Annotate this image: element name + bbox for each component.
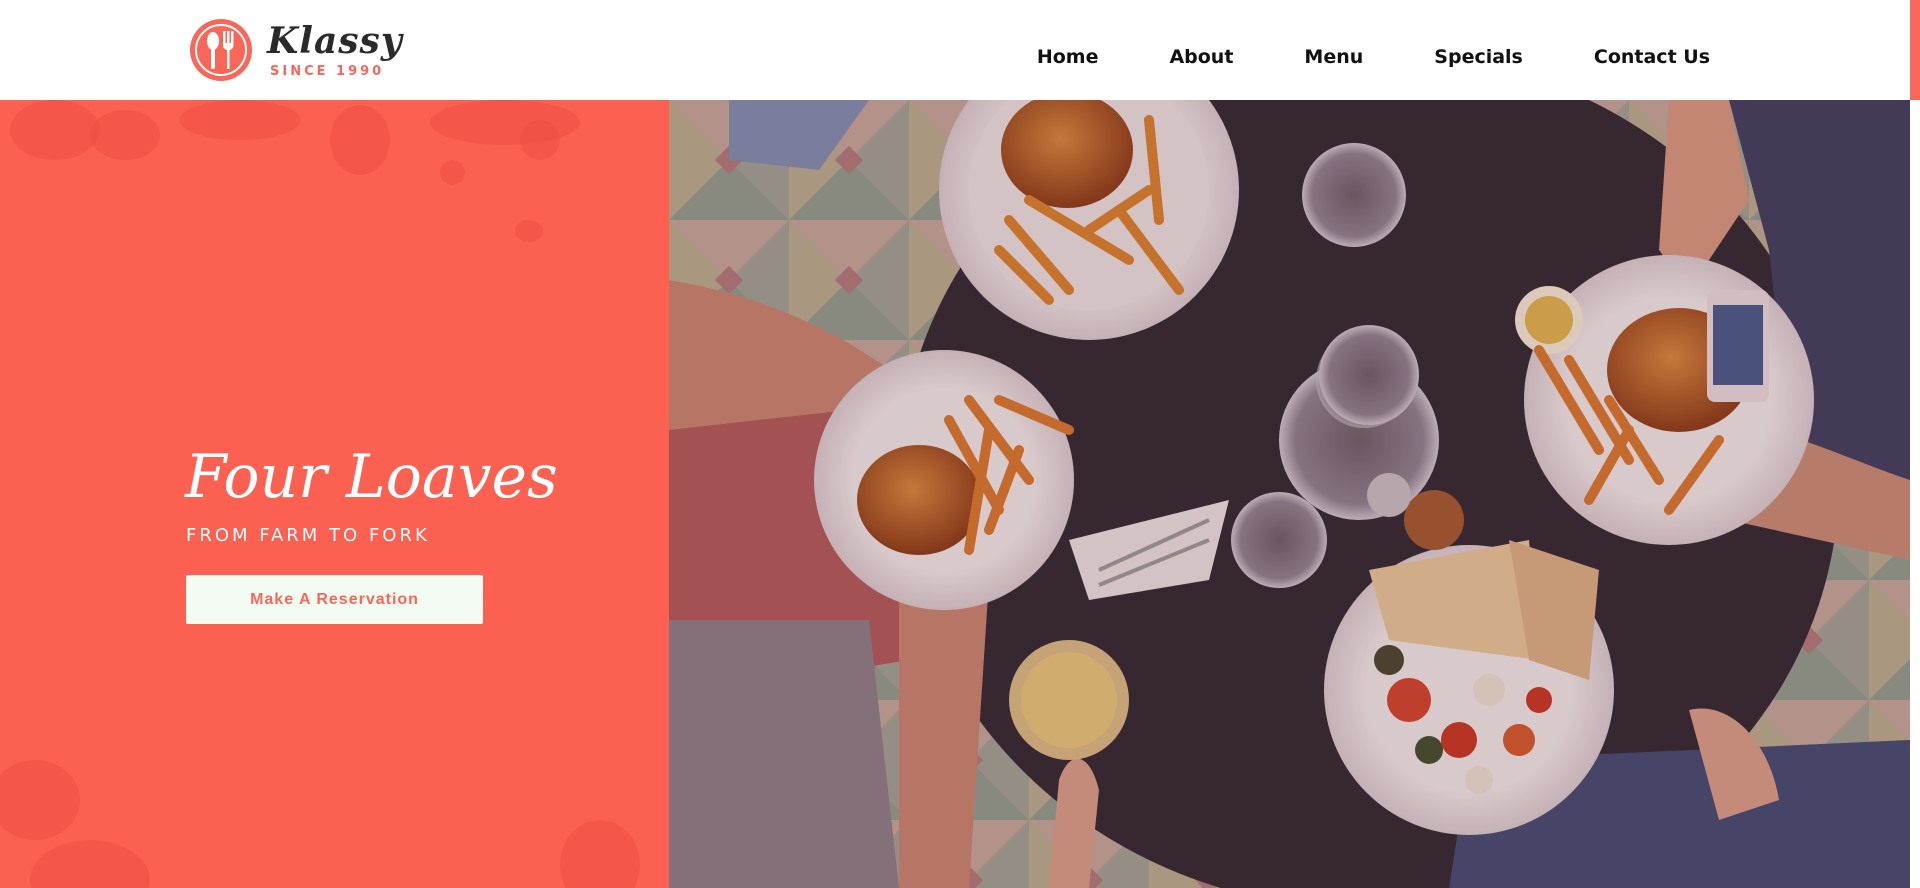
brand-tagline: SINCE 1990 (270, 64, 385, 79)
tomato-decoration (30, 840, 150, 888)
leaf-decoration (520, 120, 560, 160)
nav-about[interactable]: About (1169, 46, 1233, 68)
nav-specials[interactable]: Specials (1434, 46, 1523, 68)
food-photo-icon (669, 100, 1910, 888)
brand-name: Klassy (267, 20, 403, 62)
hero-subtitle: FROM FARM TO FORK (186, 525, 430, 546)
leaf-decoration (330, 105, 390, 175)
hero-panel: Four Loaves FROM FARM TO FORK Make A Res… (0, 100, 669, 888)
hero-title: Four Loaves (185, 442, 558, 512)
leaf-decoration (10, 100, 100, 160)
main-nav: Home About Menu Specials Contact Us (966, 46, 1710, 68)
make-reservation-button[interactable]: Make A Reservation (186, 575, 483, 624)
leaf-decoration (440, 160, 465, 185)
nav-contact-us[interactable]: Contact Us (1594, 46, 1710, 68)
leaf-decoration (90, 110, 160, 160)
scrollbar-track[interactable] (1910, 100, 1920, 888)
hero-image (669, 100, 1910, 888)
tomato-decoration (0, 760, 80, 840)
leaf-decoration (515, 220, 543, 242)
site-header: Klassy SINCE 1990 Home About Menu Specia… (0, 0, 1910, 100)
brand-logo[interactable]: Klassy SINCE 1990 (190, 18, 402, 82)
leaf-decoration (180, 100, 300, 140)
scrollbar-thumb[interactable] (1910, 0, 1920, 100)
nav-menu[interactable]: Menu (1304, 46, 1363, 68)
fork-and-spoon-icon (190, 19, 252, 81)
tomato-decoration (560, 820, 640, 888)
nav-home[interactable]: Home (1037, 46, 1099, 68)
